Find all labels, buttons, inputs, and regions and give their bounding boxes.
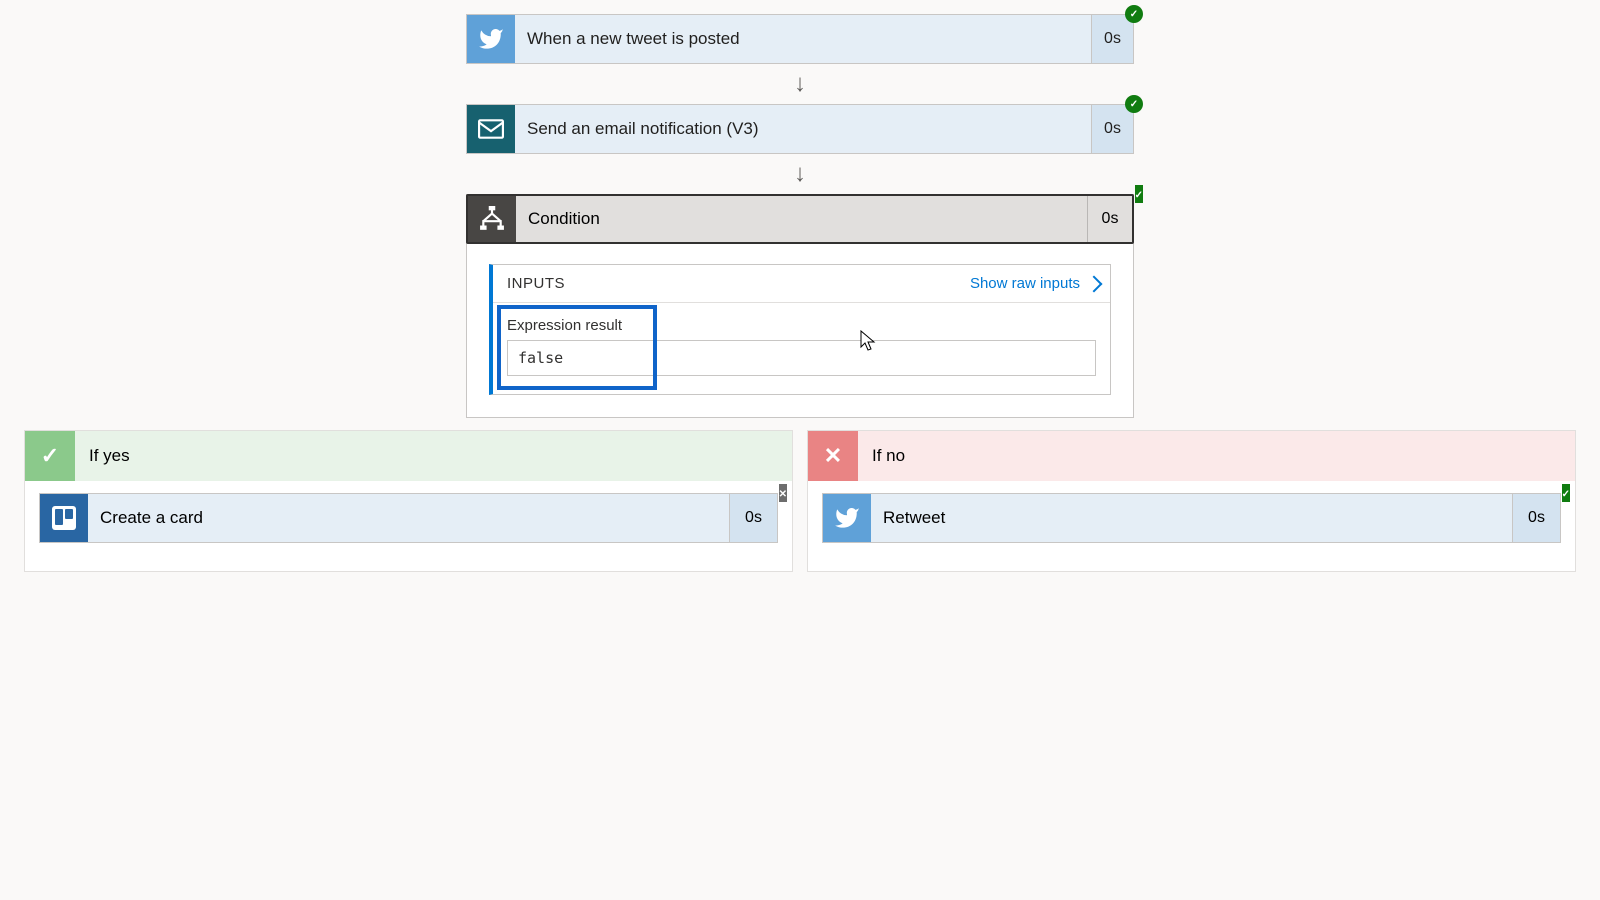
arrow-down-icon: ↓ xyxy=(466,64,1134,104)
check-icon: ✓ xyxy=(41,443,59,469)
retweet-step[interactable]: Retweet 0s xyxy=(822,493,1561,543)
twitter-icon xyxy=(467,15,515,63)
trigger-duration: 0s xyxy=(1091,15,1133,63)
if-no-header[interactable]: ✕ If no xyxy=(808,431,1575,481)
show-raw-inputs-link[interactable]: Show raw inputs xyxy=(970,275,1100,292)
condition-icon xyxy=(468,196,516,242)
create-card-label: Create a card xyxy=(88,494,729,542)
email-label: Send an email notification (V3) xyxy=(515,105,1091,153)
trigger-step[interactable]: When a new tweet is posted 0s xyxy=(466,14,1134,64)
condition-label: Condition xyxy=(516,196,1087,242)
create-card-duration: 0s xyxy=(729,494,777,542)
retweet-duration: 0s xyxy=(1512,494,1560,542)
chevron-right-icon xyxy=(1086,275,1103,292)
trigger-label: When a new tweet is posted xyxy=(515,15,1091,63)
create-card-step[interactable]: Create a card 0s xyxy=(39,493,778,543)
success-icon xyxy=(1562,484,1570,502)
condition-card[interactable]: Condition 0s INPUTS Show raw inputs Expr… xyxy=(466,194,1134,418)
if-no-label: If no xyxy=(858,446,1575,466)
if-no-branch: ✕ If no Retweet 0s xyxy=(807,430,1576,572)
if-yes-branch: ✓ If yes Create a card 0s xyxy=(24,430,793,572)
inputs-label: INPUTS xyxy=(507,275,565,292)
email-duration: 0s xyxy=(1091,105,1133,153)
arrow-down-icon: ↓ xyxy=(466,154,1134,194)
cross-icon: ✕ xyxy=(824,443,842,469)
expression-result-value: false xyxy=(507,340,1096,376)
if-yes-header[interactable]: ✓ If yes xyxy=(25,431,792,481)
email-step[interactable]: Send an email notification (V3) 0s xyxy=(466,104,1134,154)
trello-icon xyxy=(40,494,88,542)
retweet-label: Retweet xyxy=(871,494,1512,542)
success-icon xyxy=(1125,95,1143,113)
skipped-icon xyxy=(779,484,787,502)
condition-duration: 0s xyxy=(1087,196,1132,242)
mail-icon xyxy=(467,105,515,153)
condition-detail: INPUTS Show raw inputs Expression result… xyxy=(467,244,1133,417)
expression-result-label: Expression result xyxy=(507,317,1096,334)
if-yes-label: If yes xyxy=(75,446,792,466)
twitter-icon xyxy=(823,494,871,542)
success-icon xyxy=(1135,185,1143,203)
success-icon xyxy=(1125,5,1143,23)
